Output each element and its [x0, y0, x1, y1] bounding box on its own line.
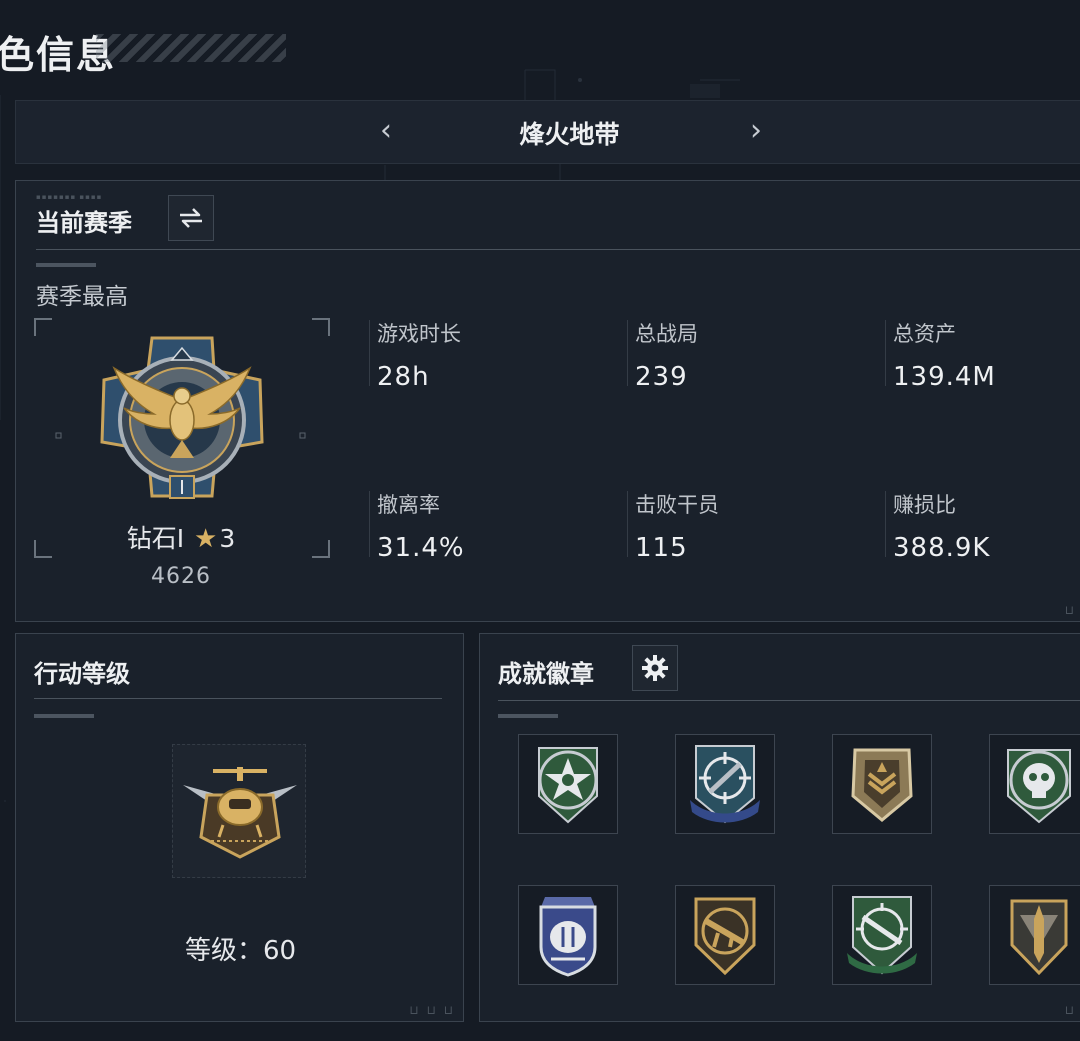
swap-icon [180, 208, 202, 228]
header-mark [498, 714, 558, 718]
gear-icon [642, 655, 668, 681]
header-divider [34, 698, 442, 699]
stat-value: 28h [377, 362, 430, 392]
title-hatch-decoration [96, 34, 286, 62]
rank-name-line: 钻石Ⅰ ★3 [16, 519, 346, 555]
green-rifle-badge-icon [847, 896, 917, 975]
stat-total-assets: 总资产 139.4M [885, 318, 1080, 392]
header-mark [36, 263, 96, 267]
badge-slot[interactable] [518, 734, 618, 834]
stat-value: 31.4% [377, 533, 465, 563]
corner-decoration: ⊔ ⊔ ⊔ [409, 1003, 455, 1017]
stat-label: 游戏时长 [377, 322, 461, 346]
corner-decoration: ⊔ [1064, 1003, 1076, 1017]
stat-value: 139.4M [893, 362, 996, 392]
header-mark [34, 714, 94, 718]
rank-stars: 3 [219, 524, 236, 553]
level-header: 行动等级 [34, 660, 130, 688]
stat-extraction-rate: 撤离率 31.4% [369, 489, 617, 563]
green-star-badge-icon [538, 747, 598, 824]
season-best-label: 赛季最高 [36, 284, 128, 310]
level-text: 等级：60 [184, 936, 297, 966]
stat-label: 撤离率 [377, 493, 440, 517]
tan-shield-badge-icon [851, 748, 913, 822]
stat-profit-loss-ratio: 赚损比 388.9K [885, 489, 1080, 563]
stat-label: 击败干员 [635, 493, 719, 517]
mode-name: 烽火地带 [519, 120, 620, 149]
badge-slot[interactable] [518, 885, 618, 985]
stat-label: 赚损比 [893, 493, 956, 517]
blue-crosshair-badge-icon [690, 745, 760, 824]
level-emblem-box [172, 744, 306, 878]
stat-label: 总战局 [635, 322, 698, 346]
gold-dagger-badge-icon [1010, 899, 1068, 976]
eagle-rank-emblem-icon [100, 336, 264, 499]
header-divider [36, 249, 1080, 250]
blue-police-badge-icon [539, 897, 597, 977]
star-icon: ★ [194, 524, 218, 554]
stat-play-time: 游戏时长 28h [369, 318, 617, 392]
badge-slot[interactable] [989, 734, 1080, 834]
green-skull-badge-icon [1007, 749, 1071, 824]
badge-slot[interactable] [675, 734, 775, 834]
stat-value: 239 [635, 362, 688, 392]
helicopter-level-emblem-icon [183, 767, 297, 859]
gold-rifle-badge-icon [694, 897, 756, 976]
stat-operators-defeated: 击败干员 115 [627, 489, 875, 563]
badge-header: 成就徽章 [498, 660, 594, 688]
badge-panel: 成就徽章 ⊔ [479, 633, 1080, 1022]
corner-decoration: ⊔ [1064, 603, 1076, 617]
mode-selector-bar: ‹ 烽火地带 › [15, 100, 1080, 164]
stat-value: 388.9K [893, 533, 991, 563]
stat-value: 115 [635, 533, 688, 563]
badge-settings-button[interactable] [632, 645, 678, 691]
season-switch-button[interactable] [168, 195, 214, 241]
badge-slot[interactable] [989, 885, 1080, 985]
stat-label: 总资产 [893, 322, 956, 346]
badge-slot[interactable] [832, 885, 932, 985]
badge-slot[interactable] [832, 734, 932, 834]
stat-total-matches: 总战局 239 [627, 318, 875, 392]
season-header: 当前赛季 [36, 209, 132, 237]
season-panel: ▪▪▪▪▪▪▪ ▪▪▪▪ 当前赛季 赛季最高 钻石Ⅰ ★3 4626 游戏时长 … [15, 180, 1080, 622]
rank-name: 钻石Ⅰ [126, 524, 185, 553]
next-mode-button[interactable]: › [736, 113, 776, 148]
badge-slot[interactable] [675, 885, 775, 985]
header-divider [498, 700, 1080, 701]
rank-score: 4626 [151, 564, 211, 589]
panel-deco-text: ▪▪▪▪▪▪▪ ▪▪▪▪ [36, 193, 103, 201]
level-panel: 行动等级 等级：60 ⊔ ⊔ ⊔ [15, 633, 464, 1022]
